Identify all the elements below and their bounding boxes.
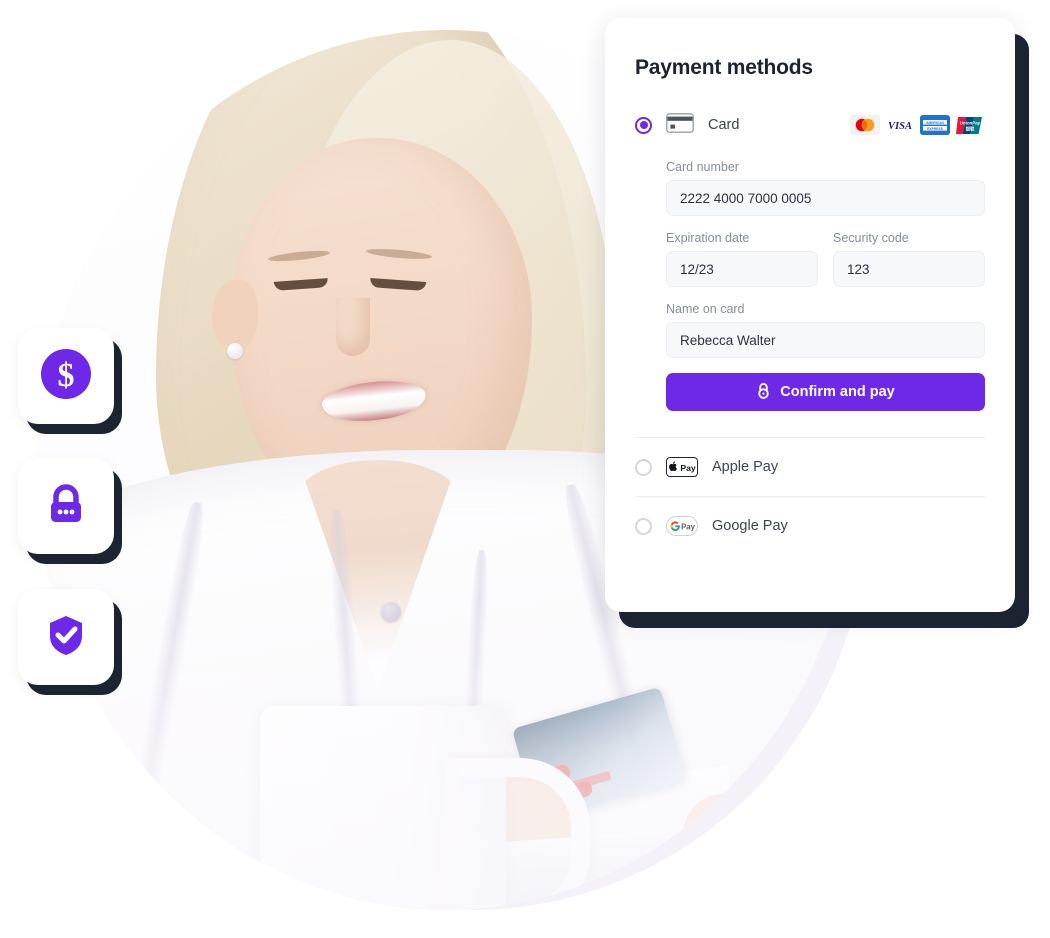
feature-badge-security — [18, 458, 114, 554]
expiry-cvc-row: Expiration date 12/23 Security code 123 — [666, 231, 985, 287]
radio-apple-pay[interactable] — [635, 458, 652, 476]
svg-text:EXPRESS: EXPRESS — [927, 126, 943, 130]
lock-icon — [756, 382, 771, 403]
svg-text:Pay: Pay — [681, 523, 696, 532]
radio-google-pay[interactable] — [635, 517, 652, 535]
security-code-input[interactable]: 123 — [833, 251, 985, 287]
photo-nose — [336, 298, 370, 356]
dollar-circle-icon: $ — [39, 347, 93, 406]
payment-method-apple-pay[interactable]: Pay Apple Pay — [635, 438, 985, 496]
payment-method-card-label: Card — [708, 117, 740, 133]
card-number-label: Card number — [666, 160, 739, 174]
apple-pay-icon: Pay — [666, 457, 698, 477]
american-express-icon: AMERICAN EXPRESS — [920, 115, 950, 135]
radio-card[interactable] — [635, 116, 652, 134]
card-number-group: Card number 2222 4000 7000 0005 — [666, 160, 985, 216]
name-on-card-input[interactable]: Rebecca Walter — [666, 322, 985, 358]
payment-method-google-pay[interactable]: Pay Google Pay — [635, 497, 985, 555]
expiration-group: Expiration date 12/23 — [666, 231, 818, 287]
google-pay-icon: Pay — [666, 516, 698, 536]
feature-badge-payments: $ — [18, 328, 114, 424]
lock-icon — [39, 477, 93, 536]
name-on-card-label: Name on card — [666, 302, 745, 316]
svg-text:VISA: VISA — [888, 121, 912, 132]
mastercard-icon — [850, 115, 880, 135]
photo-ear — [212, 280, 258, 352]
expiration-input[interactable]: 12/23 — [666, 251, 818, 287]
svg-text:Pay: Pay — [680, 463, 696, 473]
card-form: Card number 2222 4000 7000 0005 Expirati… — [635, 140, 985, 411]
photo-mug-handle — [444, 758, 590, 910]
card-brand-logos: VISA AMERICAN EXPRESS UnionPay 银联 — [850, 115, 985, 135]
screenshot-root: $ Payment methods Card VISA AMERICAN EXP… — [0, 0, 1050, 938]
svg-text:$: $ — [58, 357, 75, 394]
shield-check-icon — [39, 608, 93, 667]
payment-method-apple-pay-label: Apple Pay — [712, 459, 779, 475]
photo-earring — [227, 343, 243, 359]
feature-badge-protection — [18, 589, 114, 685]
svg-text:AMERICAN: AMERICAN — [926, 120, 944, 124]
name-on-card-group: Name on card Rebecca Walter — [666, 302, 985, 358]
credit-card-icon — [666, 112, 694, 138]
confirm-and-pay-label: Confirm and pay — [780, 384, 895, 400]
svg-text:银联: 银联 — [966, 125, 975, 132]
security-code-label: Security code — [833, 231, 909, 245]
expiration-label: Expiration date — [666, 231, 750, 245]
svg-text:UnionPay: UnionPay — [960, 120, 981, 125]
payment-method-card[interactable]: Card VISA AMERICAN EXPRESS UnionPay 银联 — [635, 110, 985, 140]
page-title: Payment methods — [635, 56, 813, 79]
payment-methods-panel: Payment methods Card VISA AMERICAN EXPRE… — [605, 18, 1015, 612]
photo-shirt-button — [381, 602, 401, 622]
visa-icon: VISA — [885, 115, 915, 135]
unionpay-icon: UnionPay 银联 — [955, 115, 985, 135]
payment-method-google-pay-label: Google Pay — [712, 518, 788, 534]
confirm-and-pay-button[interactable]: Confirm and pay — [666, 373, 985, 411]
security-code-group: Security code 123 — [833, 231, 985, 287]
card-number-input[interactable]: 2222 4000 7000 0005 — [666, 180, 985, 216]
